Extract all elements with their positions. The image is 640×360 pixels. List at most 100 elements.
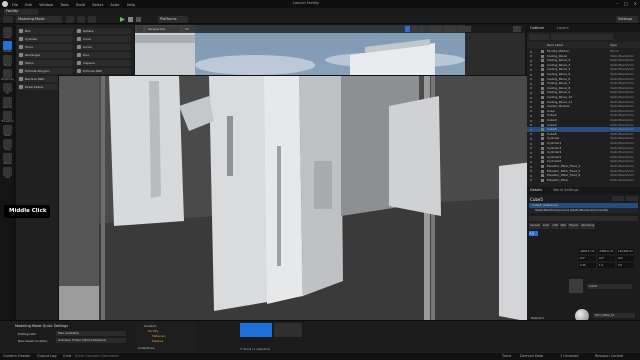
voxel-category-icon[interactable] <box>3 139 12 148</box>
settings-button[interactable]: Settings <box>616 16 638 23</box>
skip-icon[interactable] <box>128 17 133 22</box>
visibility-eye-icon[interactable] <box>530 73 532 76</box>
grid-snap-icon[interactable] <box>429 26 441 32</box>
visibility-eye-icon[interactable] <box>530 142 532 145</box>
menu-window[interactable]: Window <box>39 3 53 7</box>
scale-snap-icon[interactable] <box>459 26 471 32</box>
cmd-dropdown[interactable]: Cmd <box>63 354 71 358</box>
cylinder-tool-button[interactable]: Cylinder <box>18 36 73 42</box>
stop-icon[interactable] <box>136 17 141 22</box>
outliner-tab[interactable]: Outliner <box>530 26 544 30</box>
visibility-eye-icon[interactable] <box>530 174 532 177</box>
rotation-y-field[interactable]: 0.0° <box>598 256 615 261</box>
static-mesh-thumbnail[interactable] <box>569 279 583 293</box>
layers-tab[interactable]: Layers <box>557 26 569 30</box>
material-dropdown[interactable]: Worn_Metal_01 <box>593 313 635 318</box>
outliner-filter-button[interactable] <box>529 34 549 40</box>
details-search-input[interactable] <box>529 216 638 221</box>
lit-mode-button[interactable]: Lit <box>183 26 197 32</box>
asset-tile-selected[interactable] <box>240 323 272 337</box>
play-icon[interactable] <box>120 17 125 22</box>
menu-file[interactable]: File <box>12 3 18 7</box>
visibility-eye-icon[interactable] <box>530 128 532 131</box>
folder-item[interactable]: Content <box>144 324 156 328</box>
visibility-eye-icon[interactable] <box>530 137 532 140</box>
menu-edit[interactable]: Edit <box>25 3 32 7</box>
folder-item[interactable]: Meshes <box>152 339 163 343</box>
folder-item[interactable]: Materials <box>152 334 166 338</box>
location-z-field[interactable]: 110.000 cm <box>617 249 634 254</box>
tri-category-icon[interactable] <box>3 83 12 92</box>
arrow-tool-button[interactable]: Arrow <box>76 44 131 50</box>
visibility-eye-icon[interactable] <box>530 82 532 85</box>
rotation-z-field[interactable]: 0.0° <box>617 256 634 261</box>
location-y-field[interactable]: -3160.0 cm <box>598 249 615 254</box>
menu-tools[interactable]: Tools <box>60 3 69 7</box>
visibility-eye-icon[interactable] <box>530 50 532 53</box>
visibility-eye-icon[interactable] <box>530 101 532 104</box>
scale-x-field[interactable]: 2.25 <box>579 263 596 268</box>
menu-actor[interactable]: Actor <box>110 3 119 7</box>
extrude-path-tool-button[interactable]: Extrude Path <box>76 68 131 74</box>
save-icon[interactable] <box>3 16 13 23</box>
box-tool-button[interactable]: Box <box>18 28 73 34</box>
scale-y-field[interactable]: 1.0 <box>598 263 615 268</box>
static-mesh-dropdown[interactable]: Cube5 <box>587 284 632 289</box>
close-icon[interactable]: ✕ <box>634 1 637 6</box>
add-actor-icon[interactable] <box>66 16 74 23</box>
visibility-eye-icon[interactable] <box>530 119 532 122</box>
visibility-eye-icon[interactable] <box>530 96 532 99</box>
outliner-search-input[interactable] <box>551 34 613 40</box>
details-tab[interactable]: Details <box>530 188 542 192</box>
transform-category-icon[interactable] <box>3 111 12 120</box>
editing-lod-dropdown[interactable]: Max Available <box>56 331 126 336</box>
filter-physics[interactable]: Physics <box>568 223 580 229</box>
column-item-label[interactable]: Item Label <box>547 42 563 48</box>
folder-item[interactable]: Facility <box>148 329 158 333</box>
output-log-button[interactable]: Output Log <box>37 354 57 358</box>
visibility-eye-icon[interactable] <box>530 160 532 163</box>
console-input[interactable]: Enter Console Command <box>75 354 119 358</box>
menu-help[interactable]: Help <box>127 3 135 7</box>
asset-location-dropdown[interactable]: AutoGen Folder (World-Relative) <box>56 338 126 343</box>
visibility-eye-icon[interactable] <box>530 151 532 154</box>
filter-rendering[interactable]: Rendering <box>580 223 596 229</box>
menu-build[interactable]: Build <box>76 3 85 7</box>
sphere-tool-button[interactable]: Sphere <box>76 28 131 34</box>
mode-dropdown[interactable]: Modeling Mode <box>16 16 62 23</box>
deform-category-icon[interactable] <box>3 97 12 106</box>
filter-actor[interactable]: Actor <box>541 223 551 229</box>
filter-all[interactable]: All <box>529 231 538 236</box>
content-drawer-button[interactable]: Content Drawer <box>3 354 31 358</box>
visibility-eye-icon[interactable] <box>530 64 532 67</box>
maximize-icon[interactable]: □ <box>624 1 628 6</box>
collections-header[interactable]: Collections <box>138 346 154 350</box>
menu-select[interactable]: Select <box>92 3 103 7</box>
scale-icon[interactable] <box>419 26 424 32</box>
revision-control-button[interactable]: Revision Control <box>595 354 623 358</box>
extrude-polygon-tool-button[interactable]: Extrude Polygon <box>18 68 73 74</box>
rectangle-tool-button[interactable]: Rectangle <box>18 52 73 58</box>
model-category-icon[interactable] <box>3 55 12 64</box>
capsule-tool-button[interactable]: Capsule <box>76 60 131 66</box>
cone-tool-button[interactable]: Cone <box>76 36 131 42</box>
visibility-eye-icon[interactable] <box>530 68 532 71</box>
visibility-eye-icon[interactable] <box>530 55 532 58</box>
visibility-eye-icon[interactable] <box>530 124 532 127</box>
platforms-button[interactable]: Platforms <box>158 16 188 23</box>
rotation-x-field[interactable]: 0.0° <box>579 256 596 261</box>
stairs-tool-button[interactable]: Stairs <box>18 60 73 66</box>
visibility-eye-icon[interactable] <box>530 105 532 108</box>
hamburger-icon[interactable] <box>137 26 143 32</box>
torus-tool-button[interactable]: Torus <box>18 44 73 50</box>
view-mode-button[interactable]: Perspective <box>146 26 180 32</box>
blueprint-icon[interactable] <box>77 16 85 23</box>
attribs-category-icon[interactable] <box>3 153 12 162</box>
location-x-field[interactable]: -2662.0 cm <box>579 249 596 254</box>
unreal-logo-icon[interactable] <box>2 1 8 7</box>
cinematics-icon[interactable] <box>88 16 96 23</box>
column-type[interactable]: Type <box>610 42 617 48</box>
select-category-icon[interactable] <box>3 27 12 36</box>
visibility-eye-icon[interactable] <box>530 110 532 113</box>
visibility-eye-icon[interactable] <box>530 114 532 117</box>
